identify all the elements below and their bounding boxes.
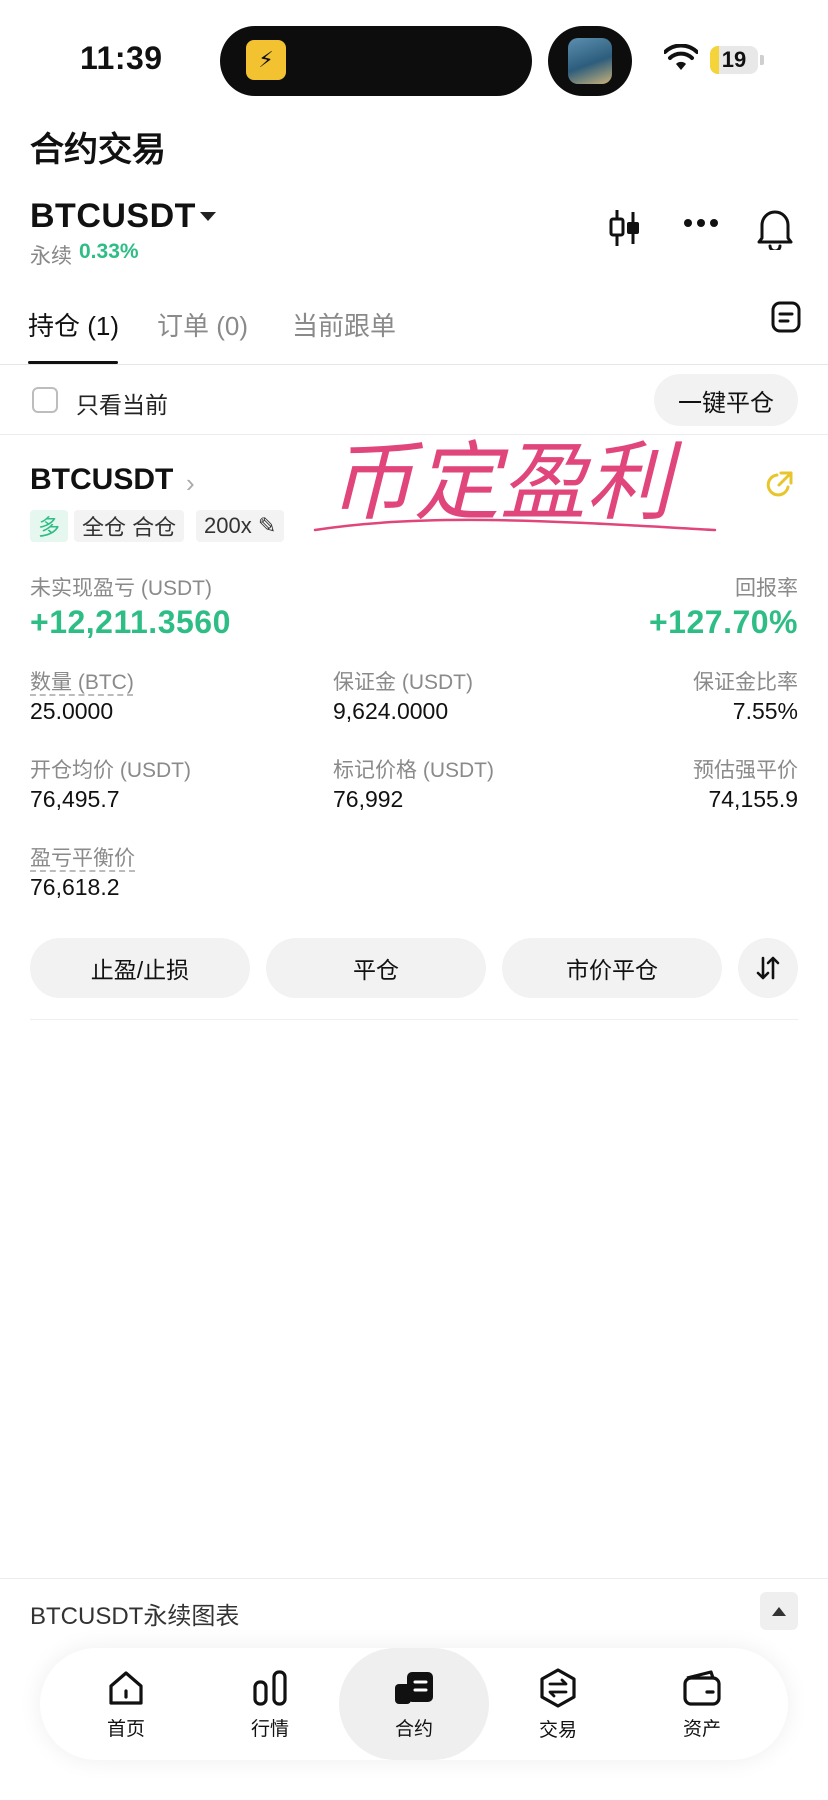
margin-label: 保证金 (USDT) bbox=[333, 671, 473, 694]
breakeven-label: 盈亏平衡价 bbox=[30, 847, 135, 870]
tab-divider bbox=[0, 364, 828, 365]
close-position-button[interactable]: 平仓 bbox=[266, 938, 486, 998]
notification-bell-icon[interactable] bbox=[756, 206, 794, 250]
nav-home-label: 首页 bbox=[106, 1718, 145, 1740]
nav-contract-label: 合约 bbox=[394, 1718, 433, 1740]
entry-price-value: 76,495.7 bbox=[30, 786, 120, 812]
liq-price-value: 74,155.9 bbox=[708, 786, 798, 812]
battery-cap bbox=[760, 55, 764, 65]
position-symbol[interactable]: BTCUSDT bbox=[30, 463, 173, 497]
quantity-value: 25.0000 bbox=[30, 698, 114, 724]
market-bars-icon bbox=[253, 1669, 287, 1706]
margin-value: 9,624.0000 bbox=[333, 698, 449, 724]
roe-label: 回报率 bbox=[735, 577, 798, 600]
price-change: 0.33% bbox=[79, 240, 139, 263]
only-current-label[interactable]: 只看当前 bbox=[76, 386, 168, 420]
share-icon[interactable] bbox=[764, 470, 794, 500]
reverse-position-button[interactable] bbox=[738, 938, 798, 998]
nav-assets-label: 资产 bbox=[682, 1718, 721, 1740]
chart-expand-button[interactable] bbox=[760, 1592, 798, 1630]
nav-contract[interactable]: 合约 bbox=[339, 1648, 489, 1760]
entry-price-label: 开仓均价 (USDT) bbox=[30, 759, 191, 782]
tab-copy-trading[interactable]: 当前跟单 bbox=[292, 306, 396, 343]
caret-down-icon[interactable] bbox=[200, 212, 216, 221]
live-activity-icon: ⚡ bbox=[246, 40, 286, 80]
unrealized-pnl-value: +12,211.3560 bbox=[30, 604, 231, 640]
candlestick-chart-icon[interactable] bbox=[609, 208, 641, 248]
leverage-tag[interactable]: 200x ✎ bbox=[196, 510, 285, 542]
roe-value: +127.70% bbox=[648, 604, 798, 640]
handwritten-watermark: 币定盈利 bbox=[313, 433, 717, 533]
card-divider bbox=[30, 1019, 798, 1020]
wifi-icon bbox=[664, 44, 698, 70]
order-history-icon[interactable] bbox=[770, 300, 802, 334]
liq-price-label: 预估强平价 bbox=[693, 759, 798, 782]
chart-divider bbox=[0, 1578, 828, 1579]
battery-indicator: 19 bbox=[710, 46, 758, 74]
margin-ratio-label: 保证金比率 bbox=[693, 671, 798, 694]
tp-sl-button[interactable]: 止盈/止损 bbox=[30, 938, 250, 998]
tab-positions[interactable]: 持仓 (1) bbox=[28, 306, 119, 343]
nav-home[interactable]: 首页 bbox=[51, 1648, 201, 1760]
unrealized-pnl-label: 未实现盈亏 (USDT) bbox=[30, 577, 212, 600]
margin-mode-tag: 全仓 合仓 bbox=[74, 510, 185, 542]
swap-arrows-icon bbox=[756, 956, 780, 980]
mark-price-value: 76,992 bbox=[333, 786, 404, 812]
caret-up-icon bbox=[772, 1607, 786, 1616]
wallet-icon bbox=[683, 1669, 721, 1706]
nav-assets[interactable]: 资产 bbox=[627, 1648, 777, 1760]
home-icon bbox=[109, 1670, 143, 1705]
trade-hex-icon bbox=[540, 1667, 576, 1708]
breakeven-value: 76,618.2 bbox=[30, 874, 120, 900]
nav-trade-label: 交易 bbox=[538, 1719, 577, 1741]
mark-price-label: 标记价格 (USDT) bbox=[333, 759, 494, 782]
side-tag: 多 bbox=[30, 510, 69, 542]
more-options-icon[interactable] bbox=[683, 218, 719, 228]
battery-percent: 19 bbox=[721, 47, 747, 72]
nav-trade[interactable]: 交易 bbox=[483, 1648, 633, 1760]
chart-panel-title[interactable]: BTCUSDT永续图表 bbox=[30, 1596, 239, 1631]
quantity-label: 数量 (BTC) bbox=[30, 671, 134, 694]
close-all-button[interactable]: 一键平仓 bbox=[654, 374, 798, 426]
nav-market-label: 行情 bbox=[250, 1718, 289, 1740]
chevron-right-icon[interactable]: › bbox=[186, 468, 195, 499]
margin-ratio-value: 7.55% bbox=[732, 698, 798, 724]
watermark-text: 币定盈利 bbox=[328, 433, 683, 533]
only-current-checkbox[interactable] bbox=[32, 387, 58, 413]
contract-type: 永续 bbox=[30, 245, 72, 268]
tab-orders[interactable]: 订单 (0) bbox=[157, 306, 248, 343]
page-title: 合约交易 bbox=[30, 131, 166, 169]
market-close-button[interactable]: 市价平仓 bbox=[502, 938, 722, 998]
contract-icon bbox=[395, 1671, 433, 1704]
symbol-selector[interactable]: BTCUSDT bbox=[30, 197, 196, 236]
media-thumbnail bbox=[568, 38, 612, 84]
nav-market[interactable]: 行情 bbox=[195, 1648, 345, 1760]
status-time: 11:39 bbox=[80, 40, 163, 76]
